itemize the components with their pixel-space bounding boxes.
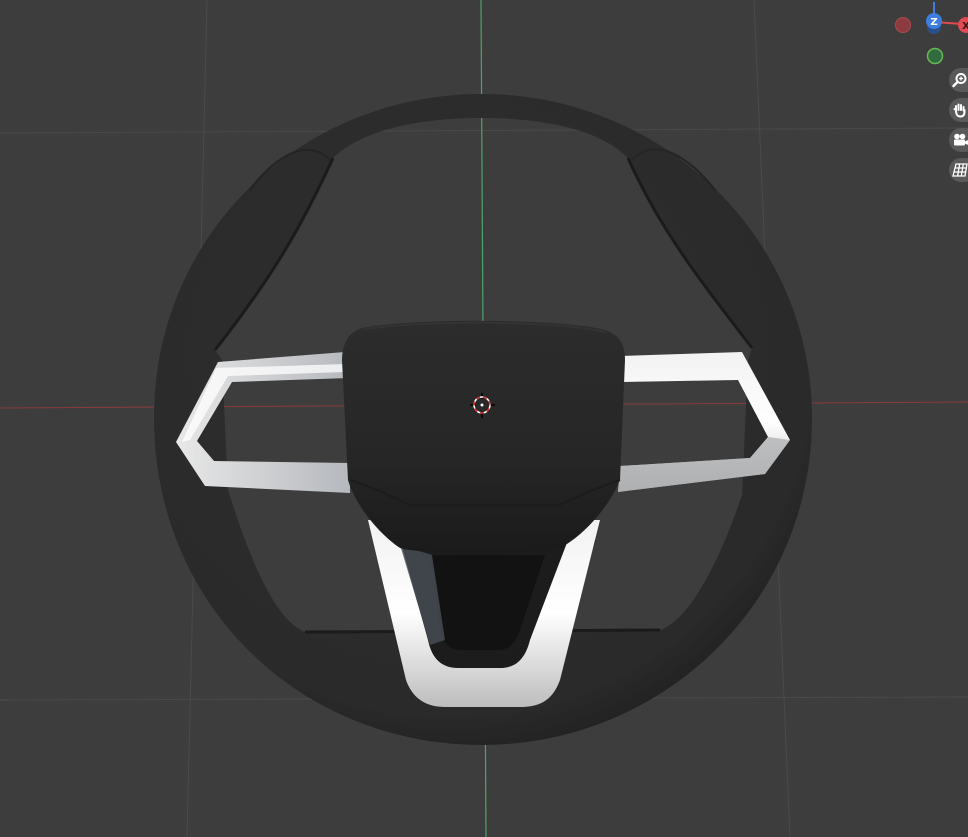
x-axis-label: X	[962, 21, 968, 32]
scene-canvas[interactable]: Z X	[0, 0, 968, 837]
airbag-hub	[342, 320, 625, 554]
steering-wheel[interactable]	[154, 94, 812, 745]
perspective-toggle-button[interactable]	[949, 158, 968, 182]
camera-icon	[954, 133, 968, 146]
neg-y-axis-ball[interactable]	[926, 47, 944, 65]
axis-gizmo[interactable]: Z X	[895, 2, 968, 65]
z-axis-label: Z	[930, 17, 937, 28]
hand-icon	[953, 103, 966, 118]
3d-viewport[interactable]: Z X	[0, 0, 968, 837]
grid-icon	[952, 163, 968, 177]
zoom-button[interactable]	[949, 68, 968, 92]
zoom-icon	[952, 73, 967, 88]
camera-button[interactable]	[949, 128, 968, 152]
neg-x-axis-ball[interactable]	[895, 17, 911, 33]
pan-button[interactable]	[949, 98, 968, 122]
